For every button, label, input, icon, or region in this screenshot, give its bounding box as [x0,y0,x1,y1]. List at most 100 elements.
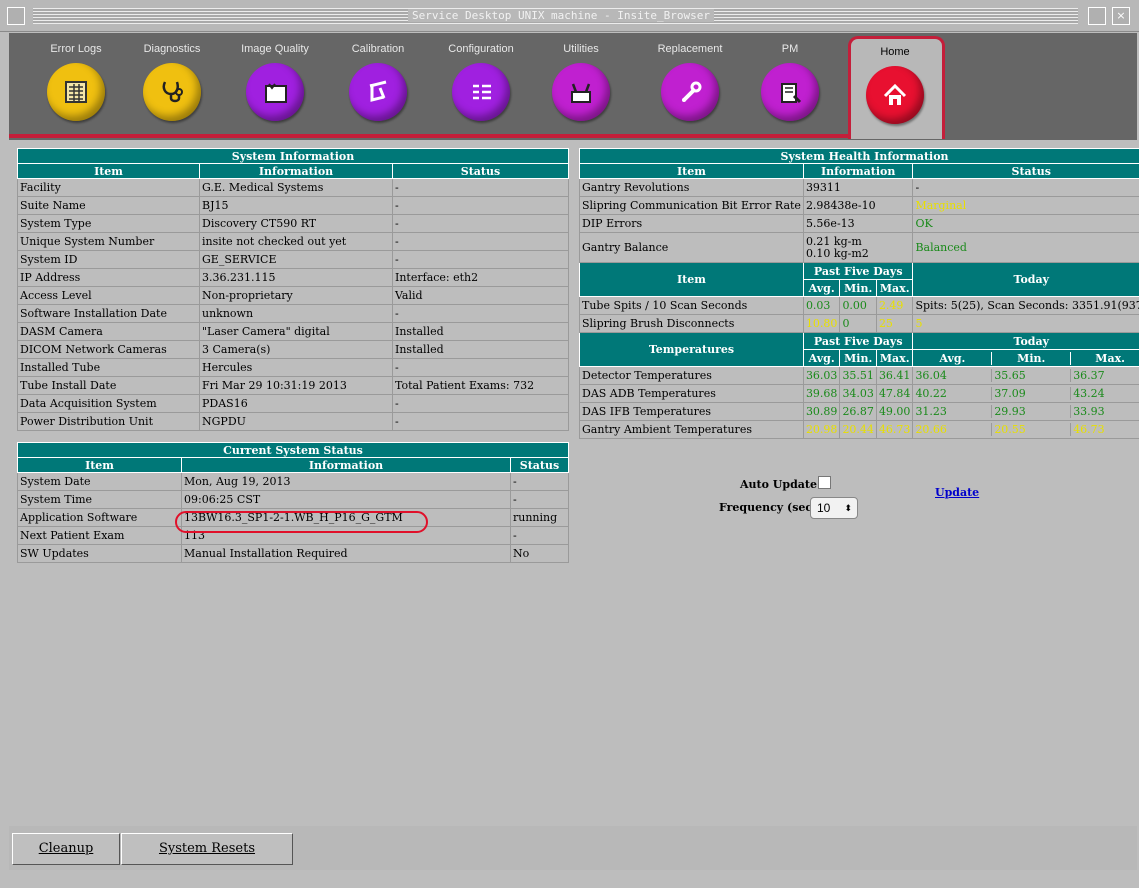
nav-label: Home [880,46,910,58]
info-cell: Hercules [199,358,393,377]
table-row: Detector Temperatures 36.03 35.51 36.41 36.0… [579,366,1139,385]
nav-replacement[interactable]: Replacement [645,43,735,121]
configuration-icon[interactable] [452,63,510,121]
table-row: System Type Discovery CT590 RT - [17,214,569,233]
today-values: 20.66 20.55 46.73 [912,420,1139,439]
window-menu-button[interactable] [7,7,25,25]
info-cell: Mon, Aug 19, 2013 [181,472,511,491]
auto-update-checkbox[interactable] [818,476,831,489]
nav-label: Diagnostics [143,43,201,55]
home-icon[interactable] [866,66,924,124]
min-cell: 35.51 [839,366,877,385]
cleanup-button[interactable]: Cleanup [12,833,120,865]
wrench-icon[interactable] [661,63,719,121]
info-cell: Manual Installation Required [181,544,511,563]
max-header: Max. [875,349,914,367]
table-row: System ID GE_SERVICE - [17,250,569,269]
error-logs-icon[interactable] [47,63,105,121]
today-max-cell: 46.73 [1073,423,1105,436]
nav-calibration[interactable]: Calibration [333,43,423,121]
nav-home[interactable]: Home [850,46,940,124]
image-quality-icon[interactable] [246,63,304,121]
info-cell: NGPDU [199,412,393,431]
nav-utilities[interactable]: Utilities [536,43,626,121]
status-cell: - [392,232,569,251]
status-cell: - [392,394,569,413]
today-values: 31.23 29.93 33.93 [912,402,1139,421]
sub-item-header: Item [579,262,804,297]
status-cell: - [392,196,569,215]
title-bar: Service Desktop UNIX machine - Insite_Br… [0,0,1139,32]
frequency-select[interactable]: 10 ⬍ [810,497,858,519]
pm-icon[interactable] [761,63,819,121]
today-avg-cell: 31.23 [913,405,993,418]
avg-cell: 10.80 [802,314,841,333]
balance-value-2: 0.10 kg-m2 [805,246,869,260]
table-row: Suite Name BJ15- [17,196,569,215]
item-cell: Next Patient Exam [17,526,182,545]
system-information-title: System Information [17,148,569,164]
col-status: Status [510,457,569,473]
nav-diagnostics[interactable]: Diagnostics [127,43,217,121]
today-header: Today [912,262,1139,297]
stepper-icon: ⬍ [844,503,852,513]
avg-cell: 20.98 [802,420,841,439]
info-cell: unknown [199,304,393,323]
system-resets-button[interactable]: System Resets [121,833,293,865]
item-cell: System Time [17,490,182,509]
table-row: DASM Camera "Laser Camera" digital Install… [17,322,569,341]
col-item: Item [579,163,804,179]
table-row: DAS ADB Temperatures 39.68 34.03 47.84 40.22… [579,384,1139,403]
system-health-title: System Health Information [578,148,1139,164]
status-cell: running [510,508,569,527]
item-cell: DAS ADB Temperatures [579,384,804,403]
application-software-highlight [175,511,428,533]
status-cell: Valid [392,286,569,305]
item-cell: Suite Name [17,196,200,215]
item-cell: IP Address [17,268,200,287]
avg-cell: 30.89 [802,402,841,421]
avg-cell: 0.03 [802,296,841,315]
nav-label: Configuration [448,43,514,55]
col-information: Information [181,457,511,473]
status-cell: OK [912,214,1139,233]
table-row: Installed Tube Hercules - [17,358,569,377]
max-cell: 47.84 [875,384,914,403]
status-cell: - [392,358,569,377]
close-button[interactable]: × [1112,7,1130,25]
table-row: DICOM Network Cameras 3 Camera(s) Installe… [17,340,569,359]
nav-configuration[interactable]: Configuration [436,43,526,121]
item-cell: System Type [17,214,200,233]
update-link[interactable]: Update [935,486,979,499]
avg-header: Avg. [802,349,841,367]
nav-pm[interactable]: PM [745,43,835,121]
status-cell: No [510,544,569,563]
nav-image-quality[interactable]: Image Quality [230,43,320,121]
item-cell: System ID [17,250,200,269]
past-five-days-header: Past Five Days [802,262,914,280]
info-cell: 5.56e-13 [802,214,914,233]
max-cell: 25 [875,314,914,333]
system-health-table: System Health Information Item Informati… [578,148,1139,439]
status-cell: Balanced [912,232,1139,263]
today-min-header: Min. [992,351,1072,365]
col-item: Item [17,163,200,179]
item-cell: DASM Camera [17,322,200,341]
nav-error-logs[interactable]: Error Logs [31,43,121,121]
stethoscope-icon[interactable] [143,63,201,121]
today-cell: 5 [912,314,1139,333]
min-cell: 26.87 [839,402,877,421]
current-system-status-table: Current System Status Item Information S… [17,442,569,563]
calibration-icon[interactable] [349,63,407,121]
today-header: Today [912,332,1139,350]
item-cell: Tube Install Date [17,376,200,395]
today-avg-header: Avg. [913,351,993,365]
status-cell: Installed [392,340,569,359]
nav-label: Error Logs [50,43,102,55]
min-header: Min. [839,279,877,297]
utilities-icon[interactable] [552,63,610,121]
maximize-button[interactable] [1088,7,1106,25]
info-cell: GE_SERVICE [199,250,393,269]
today-sub-headers: Avg. Min. Max. [912,349,1139,367]
nav-label: Utilities [563,43,599,55]
